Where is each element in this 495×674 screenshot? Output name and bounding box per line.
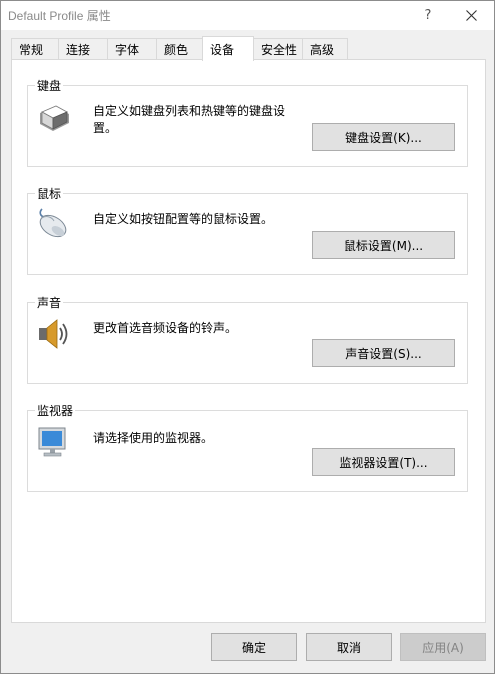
help-icon: ? bbox=[424, 8, 432, 23]
speaker-icon bbox=[39, 319, 68, 349]
mouse-description: 自定义如按钮配置等的鼠标设置。 bbox=[93, 212, 274, 226]
tab-devices[interactable]: 设备 bbox=[202, 36, 254, 61]
keyboard-description-line2: 置。 bbox=[93, 121, 118, 135]
close-icon bbox=[465, 10, 477, 21]
ok-button[interactable]: 确定 bbox=[211, 633, 297, 661]
help-button[interactable]: ? bbox=[406, 1, 450, 30]
monitor-description: 请选择使用的监视器。 bbox=[93, 431, 214, 445]
mouse-icon bbox=[39, 208, 67, 238]
tab-label: 颜色 bbox=[164, 43, 189, 57]
tab-font[interactable]: 字体 bbox=[107, 38, 157, 60]
window-title: Default Profile 属性 bbox=[8, 9, 111, 23]
tab-connection[interactable]: 连接 bbox=[58, 38, 108, 60]
tab-colors[interactable]: 颜色 bbox=[156, 38, 205, 60]
tab-label: 常规 bbox=[19, 43, 44, 57]
tab-label: 安全性 bbox=[261, 43, 298, 57]
mouse-settings-button[interactable]: 鼠标设置(M)... bbox=[312, 231, 455, 259]
keyboard-group-label: 键盘 bbox=[35, 77, 64, 94]
keyboard-settings-button[interactable]: 键盘设置(K)... bbox=[312, 123, 455, 151]
sound-group-label: 声音 bbox=[35, 294, 64, 311]
properties-dialog: Default Profile 属性 ? 常规 连接 字体 颜色 设备 安全性 bbox=[0, 0, 495, 674]
monitor-group-label: 监视器 bbox=[35, 402, 76, 419]
keyboard-description-line1: 自定义如键盘列表和热键等的键盘设 bbox=[93, 104, 286, 118]
tab-label: 高级 bbox=[310, 43, 335, 57]
keyboard-key-icon bbox=[40, 105, 69, 131]
tab-general[interactable]: 常规 bbox=[11, 38, 59, 60]
sound-settings-button[interactable]: 声音设置(S)... bbox=[312, 339, 455, 367]
cancel-button[interactable]: 取消 bbox=[306, 633, 392, 661]
apply-button[interactable]: 应用(A) bbox=[400, 633, 486, 661]
close-button[interactable] bbox=[449, 1, 493, 30]
monitor-icon bbox=[38, 427, 66, 457]
tab-security[interactable]: 安全性 bbox=[253, 38, 303, 60]
tab-label: 设备 bbox=[210, 42, 235, 57]
mouse-group-label: 鼠标 bbox=[35, 185, 64, 202]
tab-label: 连接 bbox=[66, 43, 91, 57]
monitor-settings-button[interactable]: 监视器设置(T)... bbox=[312, 448, 455, 476]
sound-description: 更改首选音频设备的铃声。 bbox=[93, 321, 238, 335]
tab-advanced[interactable]: 高级 bbox=[302, 38, 348, 60]
tab-label: 字体 bbox=[115, 43, 140, 57]
title-bar[interactable]: Default Profile 属性 ? bbox=[1, 1, 494, 30]
